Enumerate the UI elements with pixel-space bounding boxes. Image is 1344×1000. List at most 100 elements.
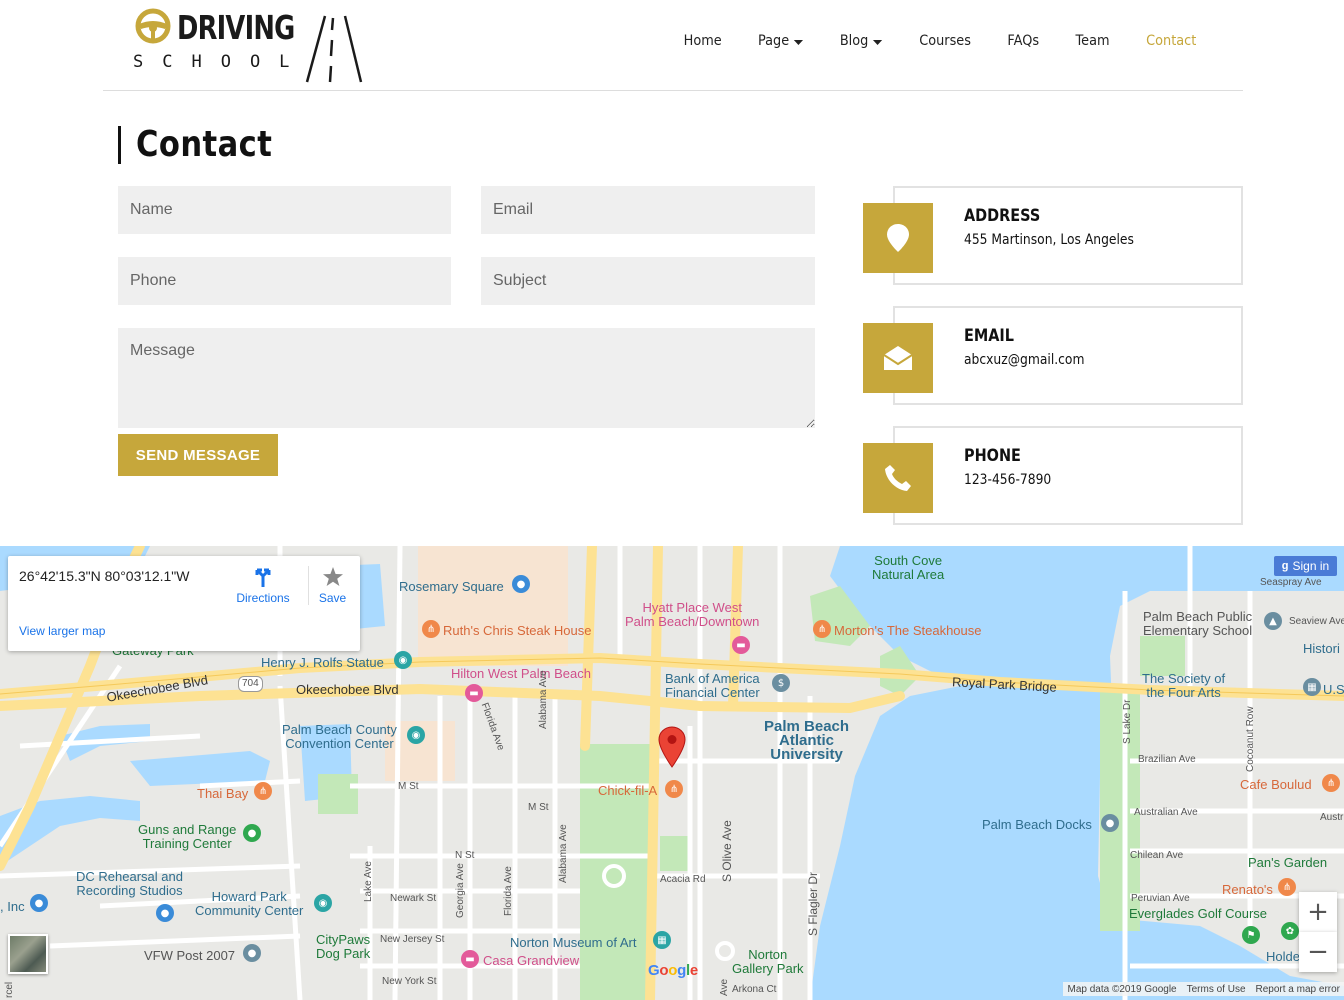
map-data-credit: Map data ©2019 Google: [1067, 983, 1177, 995]
map-label-m-st-1: M St: [398, 781, 419, 792]
map-label-pb-school[interactable]: Palm Beach Public Elementary School: [1143, 610, 1252, 638]
map-label-thai-bay[interactable]: Thai Bay: [197, 787, 248, 801]
community-icon: ◉: [314, 894, 332, 912]
map-label-florida-2: Florida Ave: [503, 866, 514, 916]
main-nav: Home Page Blog Courses FAQs Team Contact: [649, 33, 1198, 49]
map-label-ruths[interactable]: Ruth's Chris Steak House: [443, 624, 591, 638]
map-label-mortons[interactable]: Morton's The Steakhouse: [834, 624, 982, 638]
place-info-card: 26°42'15.3"N 80°03'12.1"W View larger ma…: [8, 556, 360, 651]
view-larger-map-link[interactable]: View larger map: [19, 624, 105, 638]
map-label-lake-dr: S Lake Dr: [1122, 699, 1133, 744]
nav-team-label: Team: [1074, 33, 1110, 49]
convention-icon: ◉: [407, 726, 425, 744]
map-label-convention[interactable]: Palm Beach County Convention Center: [282, 723, 397, 751]
subject-input[interactable]: [481, 257, 815, 305]
google-plus-icon: g: [1281, 560, 1289, 572]
map-label-everglades[interactable]: Everglades Golf Course: [1129, 907, 1267, 921]
brand-name-top: DRIVING: [177, 8, 295, 47]
map-label-university[interactable]: Palm Beach Atlantic University: [764, 719, 849, 762]
map-label-histori[interactable]: Histori: [1303, 642, 1340, 656]
nav-contact-label: Contact: [1145, 33, 1196, 49]
terms-of-use-link[interactable]: Terms of Use: [1187, 984, 1246, 995]
map-label-hilton[interactable]: Hilton West Palm Beach: [451, 667, 591, 681]
restaurant-icon: ⋔: [1278, 878, 1296, 896]
send-message-button[interactable]: SEND MESSAGE: [118, 434, 278, 476]
restaurant-icon: ⋔: [422, 620, 440, 638]
caret-down-icon: [872, 39, 883, 45]
email-input[interactable]: [481, 186, 815, 234]
map-label-howard[interactable]: Howard Park Community Center: [195, 890, 303, 918]
phone-input[interactable]: [118, 257, 451, 305]
message-textarea[interactable]: [118, 328, 815, 428]
map-label-new-york: New York St: [382, 976, 437, 987]
map-label-citypaws[interactable]: CityPaws Dog Park: [316, 933, 370, 961]
map-label-rcel: rcel: [4, 981, 15, 998]
map-label-cafe-boulud[interactable]: Cafe Boulud: [1240, 778, 1312, 792]
map-label-vfw[interactable]: VFW Post 2007: [144, 949, 235, 963]
caret-down-icon: [793, 39, 804, 45]
nav-courses[interactable]: Courses: [919, 33, 971, 49]
nav-team[interactable]: Team: [1075, 33, 1109, 49]
map-label-south-cove[interactable]: South Cove Natural Area: [872, 554, 944, 582]
bank-icon: $: [772, 674, 790, 692]
plus-icon: +: [1307, 897, 1329, 927]
map-label-renatos[interactable]: Renato's: [1222, 883, 1273, 897]
phone-heading: PHONE: [964, 446, 1021, 466]
map-label-bofa[interactable]: Bank of America Financial Center: [665, 672, 760, 700]
zoom-in-button[interactable]: +: [1299, 892, 1337, 932]
star-icon: [322, 567, 343, 586]
map-marker-icon: [887, 224, 909, 252]
driving-school-logo[interactable]: DRIVING SCHOOL: [133, 6, 363, 83]
nav-blog[interactable]: Blog: [840, 33, 883, 49]
save-button[interactable]: Save: [308, 566, 356, 605]
map-label-ave: Ave: [719, 978, 730, 996]
nav-contact[interactable]: Contact: [1146, 33, 1196, 49]
map-label-holde[interactable]: Holde: [1266, 950, 1300, 964]
google-map[interactable]: Rosemary Square ● ⋔ Ruth's Chris Steak H…: [0, 546, 1344, 1000]
map-label-n-st: N St: [455, 850, 475, 861]
hotel-icon: ▬: [461, 950, 479, 968]
map-label-rosemary[interactable]: Rosemary Square: [399, 580, 504, 594]
map-label-new-jersey: New Jersey St: [380, 934, 445, 945]
nav-home[interactable]: Home: [683, 33, 721, 49]
sign-in-button[interactable]: g Sign in: [1274, 556, 1337, 576]
phone-text[interactable]: 123-456-7890: [964, 472, 1051, 488]
map-label-pans-garden[interactable]: Pan's Garden: [1248, 856, 1327, 870]
report-map-error-link[interactable]: Report a map error: [1256, 984, 1340, 995]
map-label-docks[interactable]: Palm Beach Docks: [982, 818, 1092, 832]
nav-home-label: Home: [683, 33, 722, 49]
map-label-norton-museum[interactable]: Norton Museum of Art: [510, 936, 636, 950]
map-label-hyatt[interactable]: Hyatt Place West Palm Beach/Downtown: [625, 601, 759, 629]
map-label-arkona: Arkona Ct: [732, 984, 777, 995]
title-accent-bar: [118, 126, 121, 164]
shopping-icon: ●: [30, 894, 48, 912]
map-label-lake: Lake Ave: [363, 861, 374, 902]
nav-faqs[interactable]: FAQs: [1007, 33, 1039, 49]
map-label-norton-park[interactable]: Norton Gallery Park: [732, 948, 804, 976]
map-label-rolfs[interactable]: Henry J. Rolfs Statue: [261, 656, 384, 670]
place-icon: ●: [243, 944, 261, 962]
zoom-out-button[interactable]: −: [1299, 932, 1337, 972]
map-label-us[interactable]: U.S: [1323, 683, 1344, 697]
satellite-view-toggle[interactable]: [8, 934, 48, 974]
map-label-brazilian: Brazilian Ave: [1138, 754, 1196, 765]
nav-page[interactable]: Page: [758, 33, 804, 49]
monument-icon: ◉: [394, 651, 412, 669]
map-label-dc-rehearsal[interactable]: DC Rehearsal and Recording Studios: [76, 870, 183, 898]
map-label-inc[interactable]: , Inc: [0, 900, 25, 914]
map-label-australian: Australian Ave: [1134, 807, 1198, 818]
coordinates-text: 26°42'15.3"N 80°03'12.1"W: [19, 568, 190, 584]
map-label-casa[interactable]: Casa Grandview: [483, 954, 579, 968]
nav-page-label: Page: [758, 33, 790, 49]
map-label-chick-fil-a[interactable]: Chick-fil-A: [598, 784, 657, 798]
email-text[interactable]: abcxuz@gmail.com: [964, 352, 1084, 368]
hotel-icon: ▬: [465, 684, 483, 702]
map-label-seaspray: Seaspray Ave: [1260, 577, 1322, 588]
location-marker-icon[interactable]: [658, 726, 686, 768]
restaurant-icon: ⋔: [1322, 774, 1340, 792]
name-input[interactable]: [118, 186, 451, 234]
phone-icon-tile: [863, 443, 933, 513]
directions-button[interactable]: Directions: [228, 566, 298, 605]
map-label-guns[interactable]: Guns and Range Training Center: [138, 823, 236, 851]
map-label-society[interactable]: The Society of the Four Arts: [1142, 672, 1225, 700]
